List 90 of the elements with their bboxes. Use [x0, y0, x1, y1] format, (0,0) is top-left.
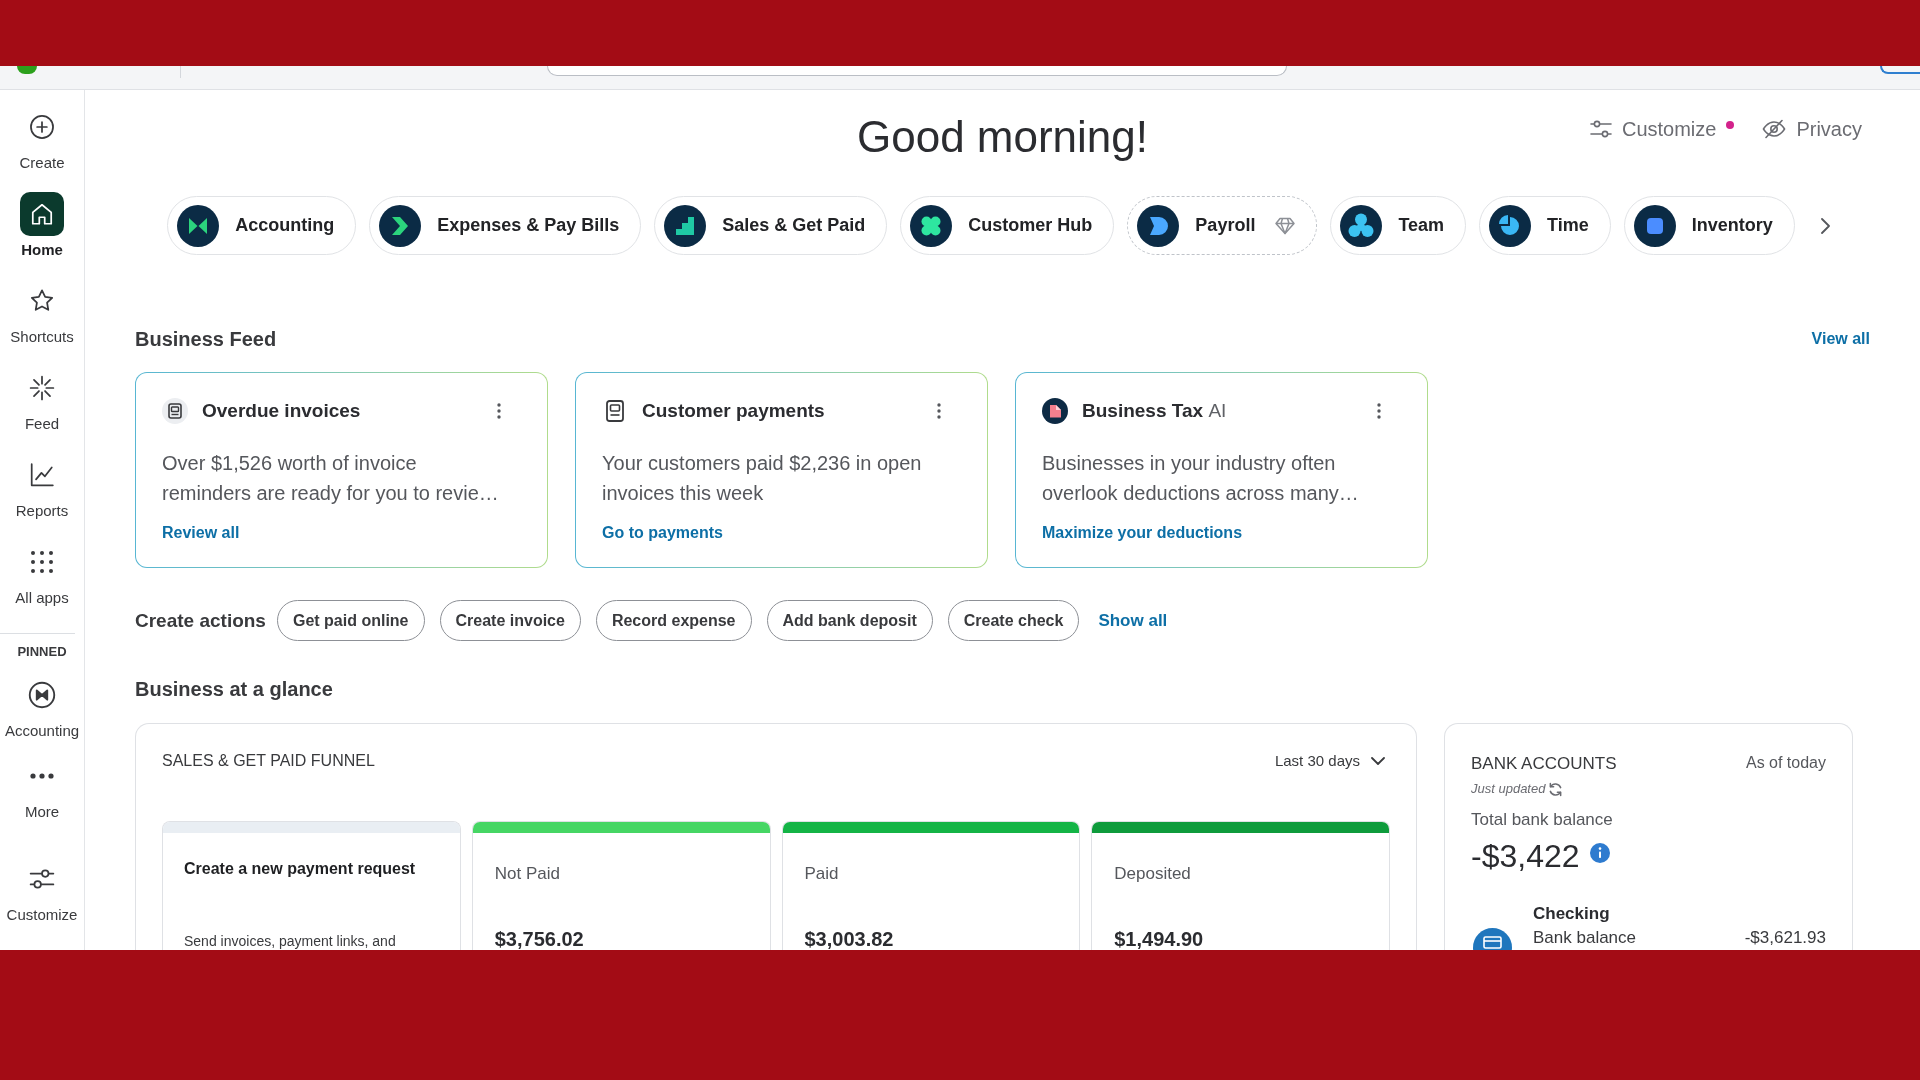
- star-icon: [29, 288, 55, 314]
- account-name: Checking: [1533, 903, 1611, 925]
- section-heading: Business at a glance: [135, 677, 334, 701]
- sidebar-item[interactable]: Create: [0, 105, 84, 192]
- d-shape-icon: [1137, 204, 1180, 247]
- dot-grid-icon: [30, 550, 54, 574]
- refresh-icon[interactable]: [1548, 781, 1564, 797]
- line-chart-icon: [29, 462, 55, 488]
- diamond-icon: [1275, 216, 1296, 235]
- as-of-label: As of today: [1745, 753, 1826, 773]
- stairs-icon: [664, 204, 707, 247]
- trefoil-icon: [1340, 204, 1383, 247]
- section-heading: Create actions: [135, 608, 266, 633]
- stage-label: Not Paid: [494, 863, 561, 885]
- arrow-shape-icon: [379, 204, 422, 247]
- section-label: PINNED: [17, 643, 67, 661]
- document-logo-icon: [1042, 398, 1068, 424]
- search-field[interactable]: [547, 66, 1287, 76]
- card-text: Businesses in your industry often overlook deductions across many…: [1042, 451, 1360, 506]
- total-amount: -$3,422: [1471, 837, 1580, 875]
- bowtie-icon: [177, 204, 220, 247]
- total-label: Total bank balance: [1471, 809, 1614, 831]
- app-button[interactable]: Expenses & Pay Bills: [369, 196, 642, 255]
- app-button[interactable]: Time: [1479, 196, 1611, 255]
- action-button[interactable]: Create check: [947, 600, 1080, 641]
- vertical-dots-icon: [1377, 403, 1381, 419]
- clover-icon: [910, 204, 953, 247]
- period-dropdown[interactable]: Last 30 days: [1274, 751, 1385, 771]
- card-link[interactable]: Review all: [162, 523, 240, 543]
- action-button[interactable]: Get paid online: [276, 600, 425, 641]
- show-all-link[interactable]: Show all: [1098, 609, 1168, 632]
- app-button[interactable]: Sales & Get Paid: [654, 196, 888, 255]
- logo-icon[interactable]: [17, 66, 37, 74]
- sidebar-item[interactable]: Accounting: [0, 673, 84, 754]
- sidebar-item[interactable]: Home: [0, 192, 84, 279]
- card-link[interactable]: Maximize your deductions: [1042, 523, 1243, 543]
- app-button[interactable]: Customer Hub: [900, 196, 1115, 255]
- sidebar-item[interactable]: Feed: [0, 366, 84, 453]
- card-title: Overdue invoices: [202, 399, 361, 423]
- action-button[interactable]: Add bank deposit: [766, 600, 933, 641]
- card-title: Customer payments: [642, 399, 825, 423]
- invoice-icon: [604, 400, 626, 422]
- stage-label: Deposited: [1114, 863, 1192, 885]
- sliders-icon: [1589, 120, 1612, 138]
- bowtie-circle-icon: [28, 681, 56, 709]
- info-icon[interactable]: [1589, 843, 1610, 863]
- chevron-right-icon: [1821, 217, 1831, 234]
- header-action-button[interactable]: Customize: [1589, 117, 1735, 141]
- card-title: BANK ACCOUNTS: [1471, 753, 1617, 775]
- outlined-button[interactable]: [1880, 66, 1920, 74]
- column-title: Create a new payment request: [184, 859, 417, 879]
- card-text: Your customers paid $2,236 in open invoices this week: [602, 451, 923, 506]
- stage-label: Paid: [804, 863, 840, 885]
- action-button[interactable]: Create invoice: [439, 600, 581, 641]
- balance-amount: -$3,621.93: [1744, 927, 1826, 949]
- sidebar-item[interactable]: Shortcuts: [0, 279, 84, 366]
- status-label: Just updated: [1471, 781, 1546, 797]
- app-button[interactable]: Accounting: [167, 196, 357, 255]
- section-heading: Business Feed: [135, 327, 277, 351]
- dots-icon: [30, 773, 54, 779]
- card-title: Business Tax AI: [1082, 399, 1227, 423]
- app-button[interactable]: Team: [1330, 196, 1467, 255]
- plus-circle-icon: [29, 114, 55, 140]
- app-button[interactable]: Payroll: [1127, 196, 1318, 255]
- sidebar-item[interactable]: All apps: [0, 540, 84, 627]
- sidebar-item[interactable]: More: [0, 754, 84, 857]
- house-icon: [20, 192, 64, 236]
- view-all-link[interactable]: View all: [1811, 329, 1870, 349]
- card-title: SALES & GET PAID FUNNEL: [162, 751, 375, 771]
- invoice-icon: [162, 398, 188, 424]
- stage-amount: $3,003.82: [804, 927, 895, 950]
- eye-slash-icon: [1762, 119, 1787, 139]
- pie-icon: [1489, 204, 1532, 247]
- chevron-down-icon: [1371, 757, 1385, 765]
- sliders-icon: [29, 868, 55, 890]
- stage-amount: $1,494.90: [1114, 927, 1205, 950]
- balance-label: Bank balance: [1533, 927, 1637, 949]
- app-button[interactable]: Inventory: [1623, 196, 1795, 255]
- column-text: Send invoices, payment links, and: [184, 932, 397, 950]
- card-text: Over $1,526 worth of invoice reminders are ready for you to revie…: [162, 451, 500, 506]
- action-button[interactable]: Record expense: [595, 600, 752, 641]
- card-link[interactable]: Go to payments: [602, 523, 723, 543]
- vertical-dots-icon: [497, 403, 501, 419]
- greeting-heading: Good morning!: [856, 111, 1149, 163]
- stage-amount: $3,756.02: [494, 927, 585, 950]
- sidebar-item[interactable]: Customize: [0, 857, 84, 944]
- header-action-button[interactable]: Privacy: [1762, 117, 1862, 141]
- sidebar-item[interactable]: Reports: [0, 453, 84, 540]
- vertical-dots-icon: [937, 403, 941, 419]
- burst-icon: [29, 375, 55, 401]
